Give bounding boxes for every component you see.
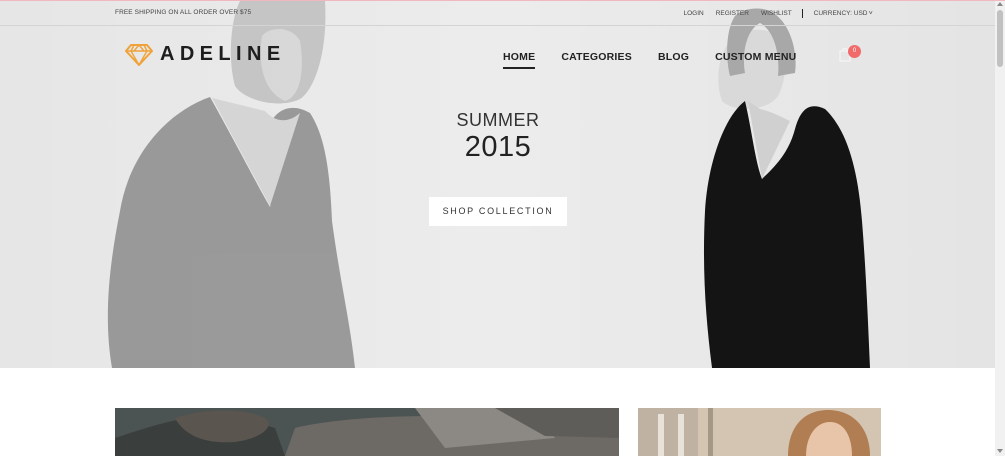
account-links: LOGIN REGISTER WISHLIST CURRENCY: USD ˅ (672, 9, 874, 18)
top-accent-line (0, 0, 1005, 1)
wishlist-link[interactable]: WISHLIST (761, 10, 792, 17)
shop-collection-button[interactable]: SHOP COLLECTION (429, 197, 567, 226)
cart-count-badge: 0 (848, 45, 861, 58)
scrollbar-thumb[interactable] (997, 10, 1003, 67)
hero-title-line2: 2015 (464, 131, 532, 163)
promo-left-photo (115, 408, 619, 456)
main-nav: HOME CATEGORIES BLOG CUSTOM MENU (503, 51, 822, 69)
register-link[interactable]: REGISTER (716, 10, 749, 17)
chevron-down-icon: ˅ (869, 10, 874, 17)
nav-blog[interactable]: BLOG (658, 51, 689, 63)
page-scrollbar[interactable] (995, 0, 1005, 456)
diamond-icon (125, 43, 153, 66)
login-link[interactable]: LOGIN (684, 10, 704, 17)
scroll-up-arrow[interactable] (997, 2, 1003, 6)
topbar-divider (801, 9, 803, 18)
currency-label: CURRENCY: USD (813, 10, 868, 17)
promo-right-photo (638, 408, 881, 456)
scroll-down-arrow[interactable] (997, 449, 1003, 453)
cart-button[interactable]: 0 (838, 45, 861, 67)
site-logo[interactable]: ADELINE (125, 43, 286, 66)
top-bar: FREE SHIPPING ON ALL ORDER OVER $75 LOGI… (0, 1, 995, 26)
nav-custom-menu[interactable]: CUSTOM MENU (715, 51, 796, 63)
hero-banner: FREE SHIPPING ON ALL ORDER OVER $75 LOGI… (0, 1, 995, 368)
logo-text: ADELINE (160, 43, 286, 65)
promo-banner-right[interactable] (638, 408, 881, 456)
hero-title-line1: SUMMER (456, 110, 540, 130)
currency-selector[interactable]: CURRENCY: USD ˅ (813, 10, 874, 17)
promo-banner-left[interactable] (115, 408, 619, 456)
shipping-notice: FREE SHIPPING ON ALL ORDER OVER $75 (115, 9, 252, 16)
nav-categories[interactable]: CATEGORIES (561, 51, 632, 63)
nav-home[interactable]: HOME (503, 51, 536, 69)
